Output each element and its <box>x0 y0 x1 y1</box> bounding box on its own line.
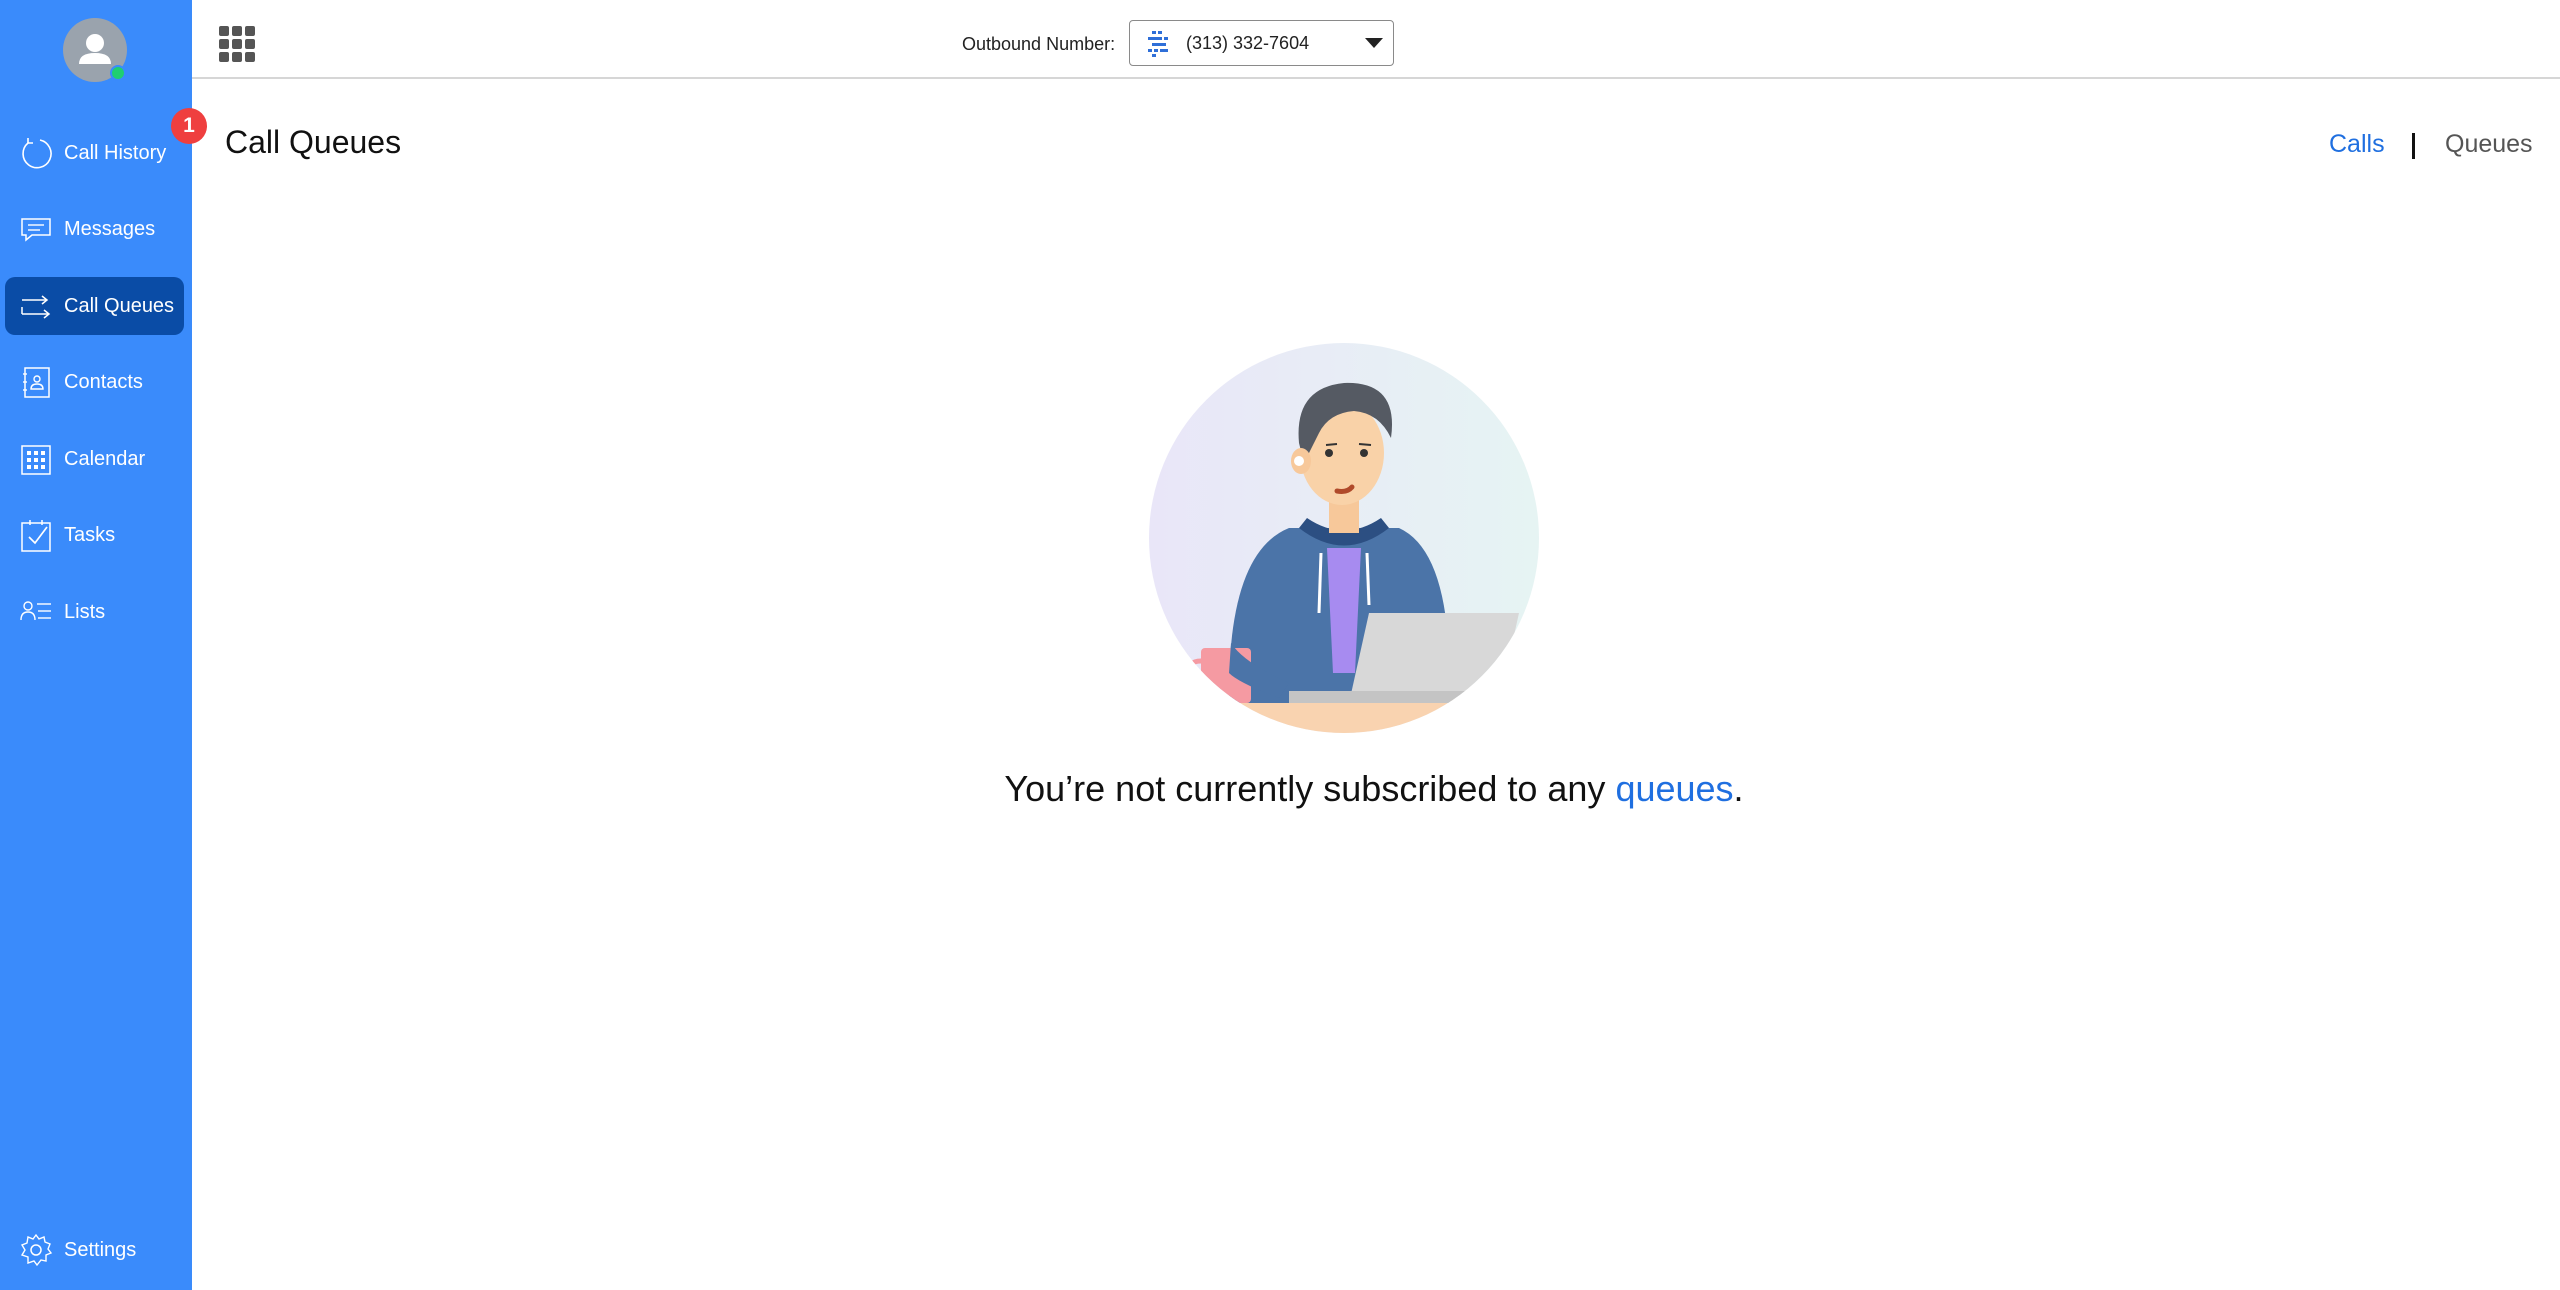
checkbox-icon <box>16 515 56 555</box>
app-grid-icon <box>219 26 255 62</box>
sidebar-item-label: Tasks <box>64 523 116 546</box>
sidebar-item-label: Settings <box>64 1238 137 1261</box>
sidebar-item-label: Lists <box>64 600 106 623</box>
outbound-number-value: (313) 332-7604 <box>1186 32 1310 53</box>
top-bar: Outbound Number: (313) 332-7604 <box>192 0 2560 79</box>
empty-state-illustration <box>1149 343 1539 733</box>
sidebar: 1 Call History Messages Call Queues Cont… <box>0 0 207 1290</box>
sidebar-item-call-history[interactable]: Call History <box>5 124 184 182</box>
sidebar-item-call-queues[interactable]: Call Queues <box>5 277 184 335</box>
gear-icon <box>16 1230 56 1270</box>
sidebar-item-label: Calendar <box>64 447 146 470</box>
sidebar-item-label: Messages <box>64 217 156 240</box>
tab-queues[interactable]: Queues <box>2445 130 2533 159</box>
sidebar-item-lists[interactable]: Lists <box>5 583 184 641</box>
sidebar-item-contacts[interactable]: Contacts <box>5 353 184 411</box>
queues-link[interactable]: queues <box>1615 768 1733 809</box>
contact-card-icon <box>16 362 56 402</box>
sidebar-item-calendar[interactable]: Calendar <box>5 430 184 488</box>
call-history-badge: 1 <box>171 108 207 144</box>
empty-state-message: You’re not currently subscribed to any q… <box>0 768 2560 810</box>
empty-state-period: . <box>1733 768 1744 809</box>
queue-arrows-icon <box>16 286 56 326</box>
chat-icon <box>16 209 56 249</box>
chevron-down-icon <box>1365 38 1383 48</box>
list-people-icon <box>16 592 56 632</box>
tab-divider <box>2412 133 2415 159</box>
phone-line-icon <box>1144 28 1174 58</box>
outbound-number-label: Outbound Number: <box>962 34 1116 54</box>
sidebar-item-label: Call Queues <box>64 294 175 317</box>
tab-calls[interactable]: Calls <box>2329 130 2385 159</box>
sidebar-item-label: Call History <box>64 141 167 164</box>
outbound-number-select[interactable]: (313) 332-7604 <box>1129 20 1394 66</box>
page-title: Call Queues <box>225 124 402 160</box>
presence-online-indicator <box>110 65 126 81</box>
sidebar-item-settings[interactable]: Settings <box>5 1221 184 1279</box>
sidebar-item-label: Contacts <box>64 370 143 393</box>
app-grid-button[interactable] <box>217 24 257 64</box>
sidebar-item-messages[interactable]: Messages <box>5 200 184 258</box>
empty-state-text: You’re not currently subscribed to any <box>1004 768 1616 809</box>
calendar-icon <box>16 439 56 479</box>
sidebar-item-tasks[interactable]: Tasks <box>5 506 184 564</box>
refresh-icon <box>16 133 56 173</box>
